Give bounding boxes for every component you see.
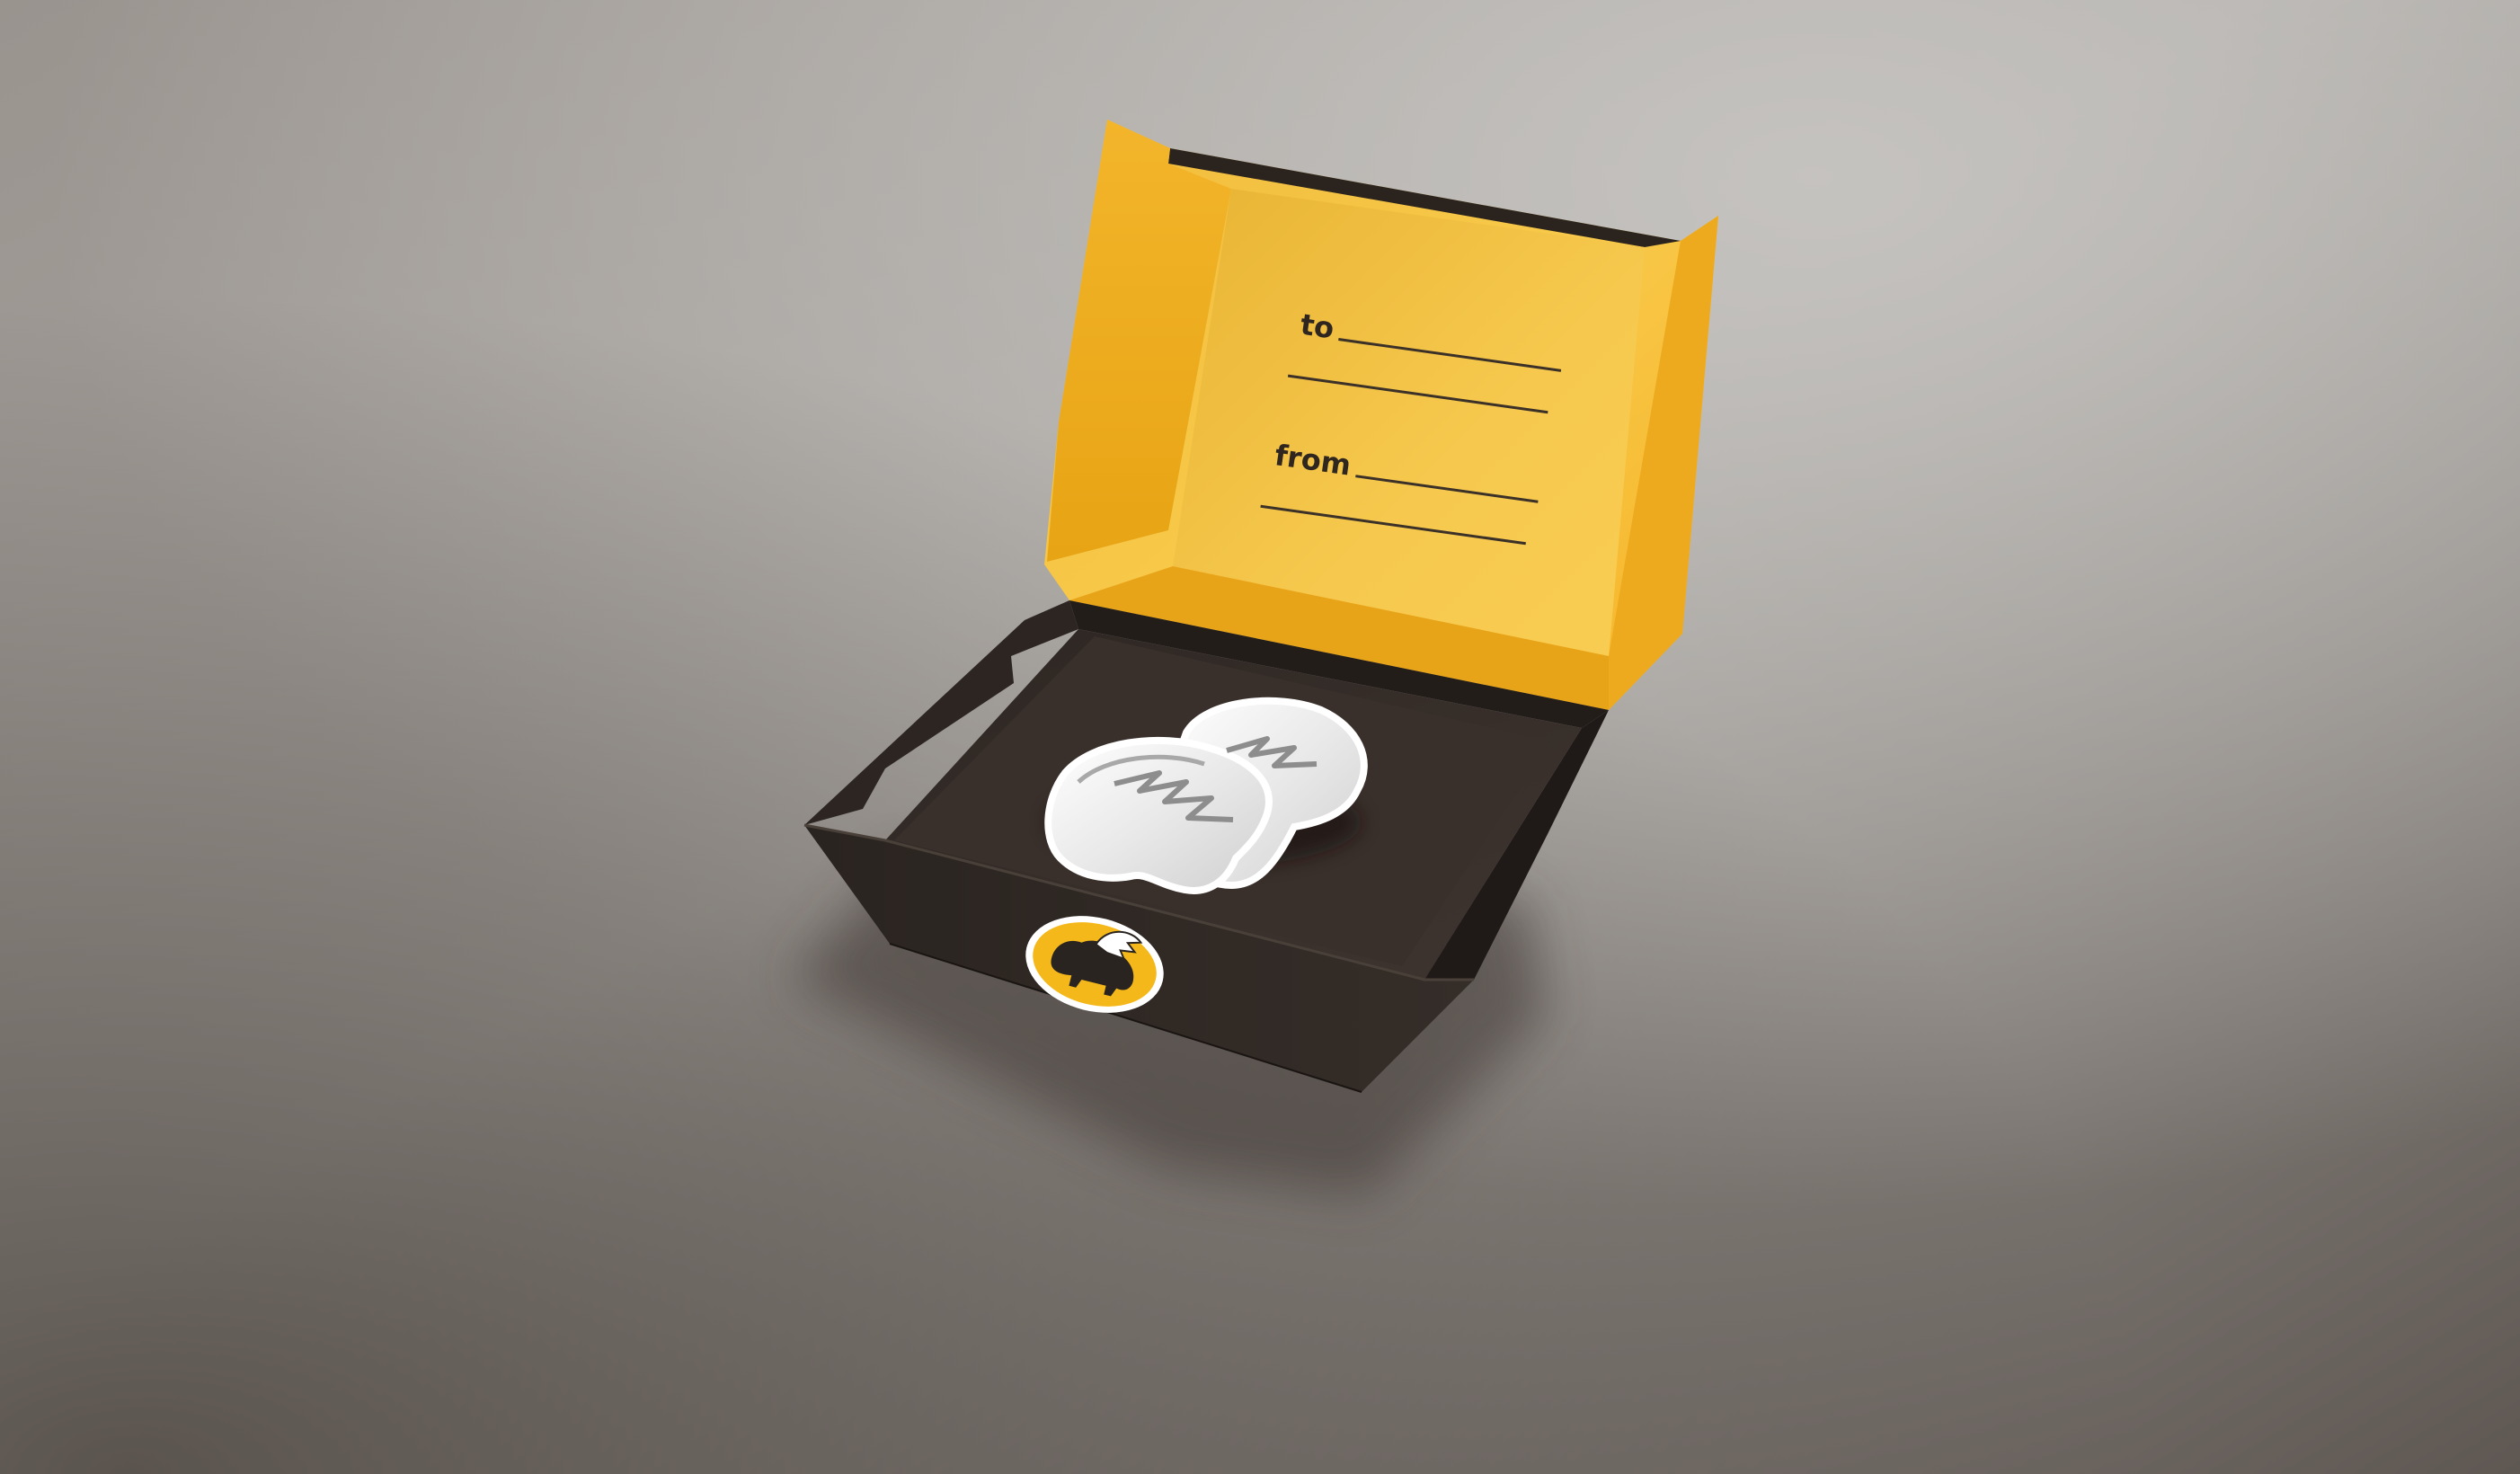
gift-tag-to-label: to: [1299, 307, 1336, 346]
gift-box-scene: to from: [0, 0, 2520, 1474]
